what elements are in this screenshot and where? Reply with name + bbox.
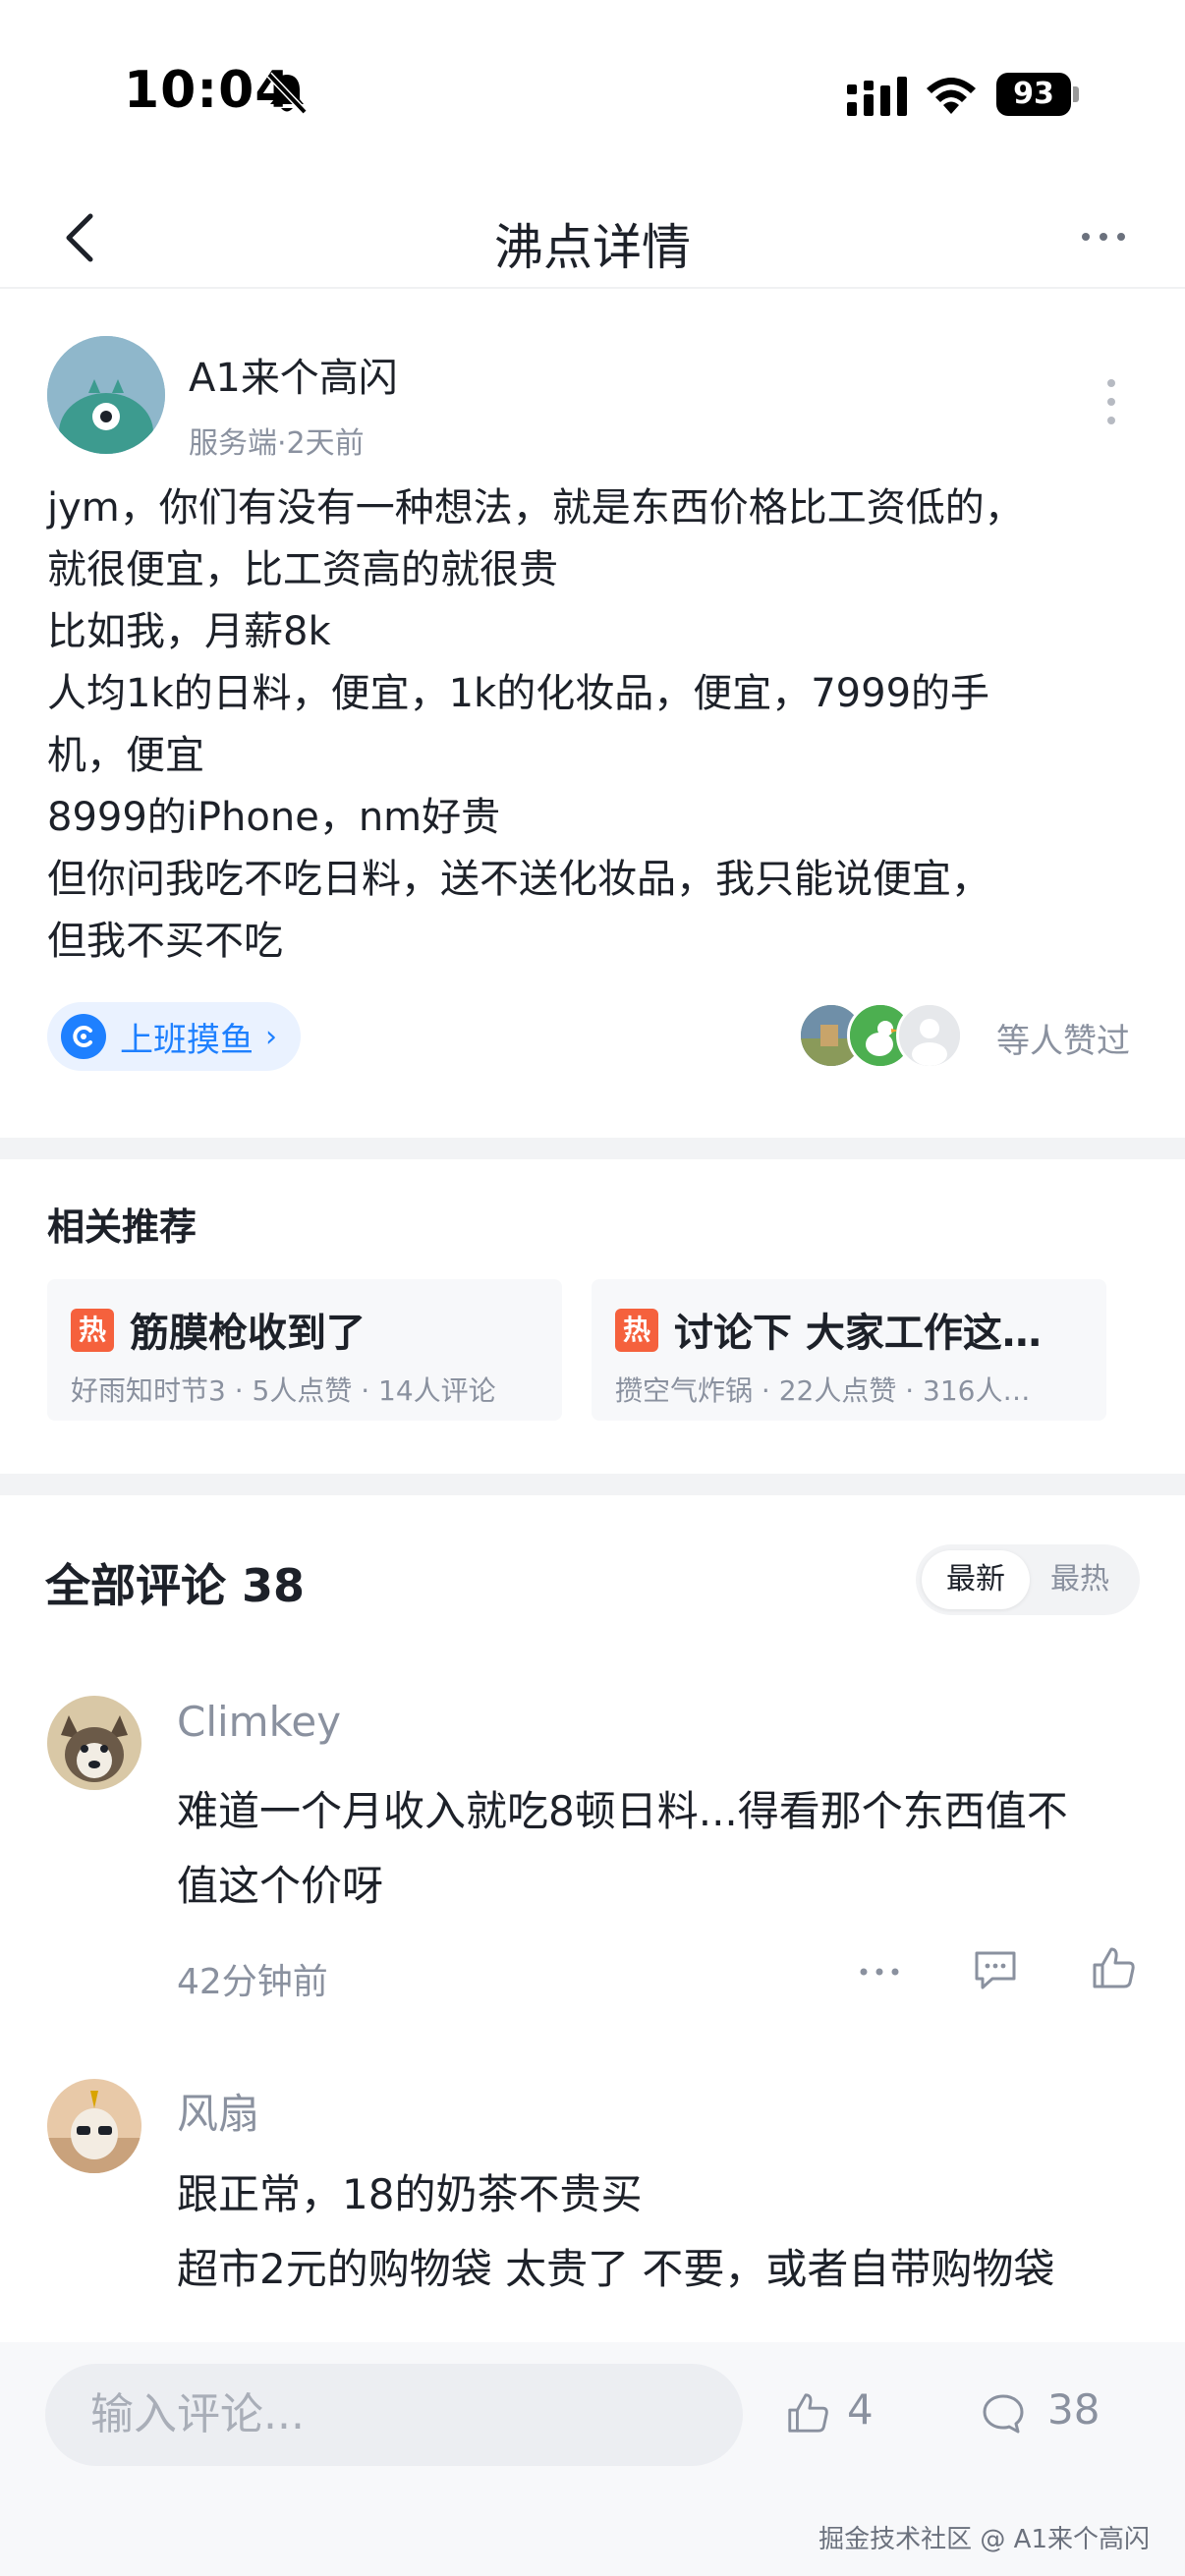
- thumbs-up-icon[interactable]: [784, 2389, 831, 2436]
- likers-text[interactable]: 等人赞过: [996, 1014, 1130, 1062]
- post-line: 机，便宜: [47, 733, 204, 778]
- sort-toggle: 最新 最热: [916, 1544, 1140, 1615]
- wifi-icon: [927, 78, 976, 114]
- like-count[interactable]: 4: [847, 2385, 874, 2434]
- section-divider: [0, 1474, 1185, 1495]
- post-line: 但我不买不吃: [47, 919, 283, 964]
- comment-count[interactable]: 38: [1047, 2385, 1100, 2434]
- more-horizontal-icon[interactable]: [855, 1947, 904, 1996]
- comment-line: 跟正常，18的奶茶不贵买: [177, 2170, 643, 2218]
- comment-item: 风扇 跟正常，18的奶茶不贵买 超市2元的购物袋 太贵了 不要，或者自带购物袋: [0, 2079, 1185, 2350]
- sort-latest-button[interactable]: 最新: [922, 1550, 1030, 1609]
- commenter-name[interactable]: 风扇: [177, 2081, 259, 2141]
- avatar-monster-icon: [47, 336, 165, 454]
- related-card[interactable]: 热 讨论下 大家工作这… 攒空气炸锅 · 22人点赞 · 316人…: [592, 1279, 1106, 1421]
- comment-item: Climkey 难道一个月收入就吃8顿日料...得看那个东西值不 值这个价呀 4…: [0, 1696, 1185, 2069]
- comments-section: 全部评论 38 最新 最热 Climkey 难道一个月收入就吃8顿日料...得看…: [0, 1495, 1185, 2350]
- post-line: 8999的iPhone，nm好贵: [47, 795, 501, 840]
- liker-avatars[interactable]: [798, 1002, 965, 1071]
- comment-line: 难道一个月收入就吃8顿日料...得看那个东西值不: [177, 1787, 1068, 1835]
- related-card-title: 讨论下 大家工作这…: [674, 1311, 1042, 1356]
- more-vertical-icon[interactable]: [1099, 375, 1124, 428]
- sort-hot-button[interactable]: 最热: [1026, 1550, 1134, 1609]
- author-name[interactable]: A1来个高闪: [189, 346, 398, 403]
- commenter-name[interactable]: Climkey: [177, 1698, 341, 1746]
- circle-tag[interactable]: 上班摸鱼 ›: [47, 1002, 301, 1071]
- post-line: 比如我，月薪8k: [47, 609, 331, 654]
- comment-line: 值这个价呀: [177, 1862, 384, 1910]
- nav-bar: 沸点详情: [0, 187, 1185, 289]
- more-horizontal-icon[interactable]: [1079, 222, 1128, 252]
- bell-off-icon: [266, 72, 308, 115]
- related-title: 相关推荐: [47, 1205, 198, 1249]
- related-card-meta: 好雨知时节3 · 5人点赞 · 14人评论: [71, 1374, 496, 1407]
- thumbs-up-icon[interactable]: [1089, 1943, 1138, 1992]
- post-line: 但你问我吃不吃日料，送不送化妆品，我只能说便宜，: [47, 857, 990, 902]
- post-content: jym，你们有没有一种想法，就是东西价格比工资低的， 就很便宜，比工资高的就很贵…: [47, 477, 1148, 973]
- related-card[interactable]: 热 筋膜枪收到了 好雨知时节3 · 5人点赞 · 14人评论: [47, 1279, 562, 1421]
- reply-icon[interactable]: [971, 1945, 1020, 1994]
- commenter-avatar[interactable]: [47, 1696, 141, 1790]
- chevron-right-icon: ›: [265, 1019, 277, 1054]
- comment-line: 超市2元的购物袋 太贵了 不要，或者自带购物袋: [177, 2245, 1055, 2293]
- comment-text: 跟正常，18的奶茶不贵买 超市2元的购物袋 太贵了 不要，或者自带购物袋: [177, 2157, 1140, 2307]
- post: A1来个高闪 服务端·2天前 jym，你们有没有一种想法，就是东西价格比工资低的…: [0, 291, 1185, 1136]
- post-line: 人均1k的日料，便宜，1k的化妆品，便宜，7999的手: [47, 671, 990, 716]
- hot-badge: 热: [71, 1309, 114, 1352]
- bottom-bar: 输入评论... 4 38 掘金技术社区 @ A1来个高闪: [0, 2342, 1185, 2576]
- page-title: 沸点详情: [494, 219, 691, 276]
- post-meta: 服务端·2天前: [189, 426, 365, 461]
- commenter-avatar[interactable]: [47, 2079, 141, 2173]
- comment-icon[interactable]: [981, 2391, 1026, 2436]
- battery-icon: 93: [996, 73, 1079, 116]
- comment-input[interactable]: 输入评论...: [45, 2364, 743, 2466]
- hot-badge: 热: [615, 1309, 658, 1352]
- status-bar: 10:04 93: [0, 0, 1185, 187]
- related-card-title: 筋膜枪收到了: [130, 1311, 366, 1356]
- battery-tip: [1073, 86, 1079, 102]
- circle-c-icon: [61, 1014, 106, 1059]
- liker-avatar: [896, 1002, 963, 1069]
- author-avatar[interactable]: [47, 336, 165, 454]
- watermark: 掘金技术社区 @ A1来个高闪: [818, 2525, 1150, 2554]
- related-card-meta: 攒空气炸锅 · 22人点赞 · 316人…: [615, 1374, 1031, 1407]
- comment-time: 42分钟前: [177, 1962, 328, 2002]
- comments-title: 全部评论 38: [45, 1559, 306, 1612]
- signal-icon: [847, 77, 907, 116]
- comment-text: 难道一个月收入就吃8顿日料...得看那个东西值不 值这个价呀: [177, 1774, 1140, 1924]
- post-line: 就很便宜，比工资高的就很贵: [47, 547, 558, 592]
- battery-level: 93: [996, 73, 1071, 116]
- section-divider: [0, 1138, 1185, 1159]
- post-line: jym，你们有没有一种想法，就是东西价格比工资低的，: [47, 485, 1024, 531]
- circle-tag-label: 上班摸鱼: [120, 1020, 254, 1060]
- related-section: 相关推荐 热 筋膜枪收到了 好雨知时节3 · 5人点赞 · 14人评论 热 讨论…: [0, 1159, 1185, 1474]
